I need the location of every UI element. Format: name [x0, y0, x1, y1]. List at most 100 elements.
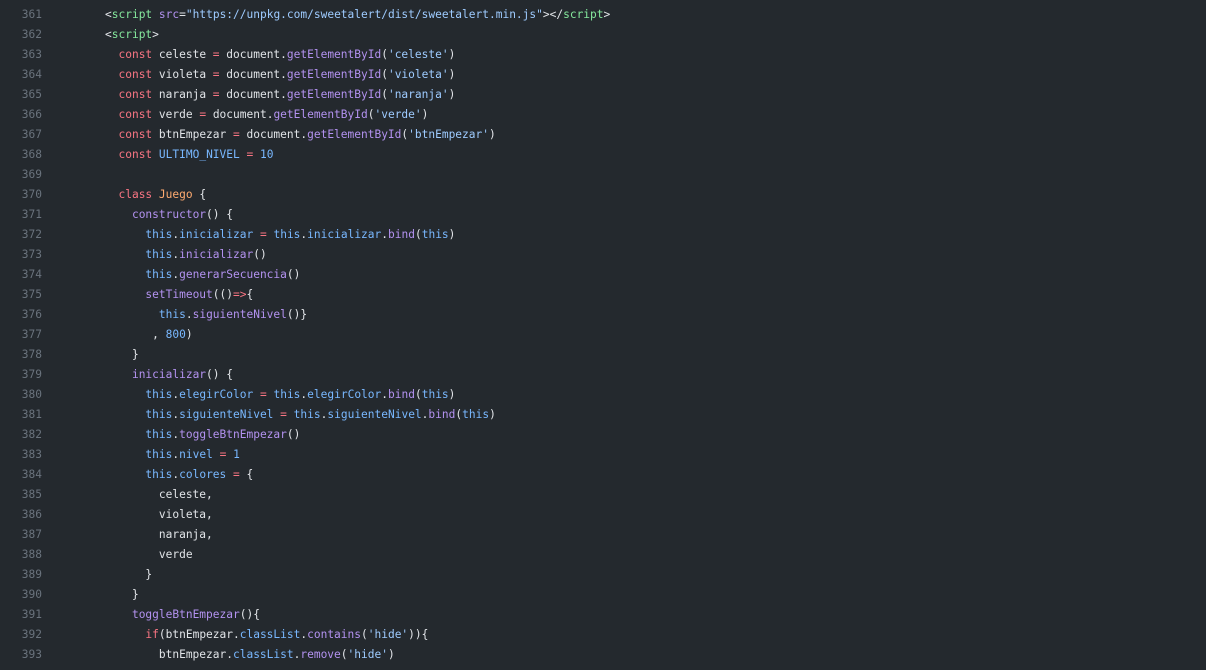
code-token: const [118, 48, 153, 61]
code-token: elegirColor [307, 388, 382, 401]
code-line[interactable]: 392 if(btnEmpezar.classList.contains('hi… [0, 625, 1206, 645]
code-token: )){ [408, 628, 429, 641]
code-line[interactable]: 372 this.inicializar = this.inicializar.… [0, 225, 1206, 245]
code-line[interactable]: 367 const btnEmpezar = document.getEleme… [0, 125, 1206, 145]
line-code: toggleBtnEmpezar(){ [42, 605, 260, 625]
code-token: > [603, 8, 611, 21]
code-line[interactable]: 378 } [0, 345, 1206, 365]
code-token: document. [219, 88, 287, 101]
code-line[interactable]: 363 const celeste = document.getElementB… [0, 45, 1206, 65]
code-token: ) [448, 48, 456, 61]
code-token: generarSecuencia [179, 268, 287, 281]
code-line[interactable]: 369 [0, 165, 1206, 185]
code-token: btnEmpezar [152, 128, 233, 141]
code-token: "https://unpkg.com/sweetalert/dist/sweet… [185, 8, 543, 21]
code-line[interactable]: 384 this.colores = { [0, 465, 1206, 485]
code-line[interactable]: 388 verde [0, 545, 1206, 565]
code-line[interactable]: 376 this.siguienteNivel()} [0, 305, 1206, 325]
code-editor[interactable]: 360361<script src="https://unpkg.com/swe… [0, 0, 1206, 670]
code-line[interactable]: 370 class Juego { [0, 185, 1206, 205]
line-code: constructor() { [42, 205, 233, 225]
code-line[interactable]: 389 } [0, 565, 1206, 585]
code-line[interactable]: 390 } [0, 585, 1206, 605]
code-line[interactable]: 383 this.nivel = 1 [0, 445, 1206, 465]
code-token: = [233, 128, 240, 141]
code-line[interactable]: 393 btnEmpezar.classList.remove('hide') [0, 645, 1206, 665]
code-token: > [152, 28, 159, 41]
line-code: setTimeout(()=>{ [42, 285, 253, 305]
line-code: } [42, 585, 139, 605]
code-line[interactable]: 386 violeta, [0, 505, 1206, 525]
line-code: celeste, [42, 485, 213, 505]
code-line[interactable]: 377 , 800) [0, 325, 1206, 345]
line-number: 389 [21, 568, 42, 581]
code-token: ) [421, 108, 429, 121]
code-line[interactable]: 371 constructor() { [0, 205, 1206, 225]
code-token: ) [448, 228, 456, 241]
code-line[interactable]: 362 <script> [0, 25, 1206, 45]
line-number: 381 [21, 408, 42, 421]
line-code: this.toggleBtnEmpezar() [42, 425, 300, 445]
code-line[interactable]: 391 toggleBtnEmpezar(){ [0, 605, 1206, 625]
code-token: class [118, 188, 153, 201]
code-token: getElementById [286, 48, 382, 61]
line-code: <script src="https://unpkg.com/sweetaler… [42, 5, 610, 25]
code-token: getElementById [307, 128, 402, 141]
code-token: violeta, [105, 508, 213, 521]
code-token: script [111, 28, 153, 41]
code-token: ) [448, 388, 456, 401]
code-line[interactable]: 365 const naranja = document.getElementB… [0, 85, 1206, 105]
code-token: this [145, 468, 173, 481]
code-token: 'celeste' [387, 48, 449, 61]
code-token: ( [381, 68, 388, 81]
code-line[interactable]: 368 const ULTIMO_NIVEL = 10 [0, 145, 1206, 165]
code-token: < [105, 28, 112, 41]
code-token: this [145, 248, 173, 261]
code-line[interactable]: 374 this.generarSecuencia() [0, 265, 1206, 285]
line-number: 383 [21, 448, 42, 461]
code-line[interactable]: 382 this.toggleBtnEmpezar() [0, 425, 1206, 445]
code-line[interactable]: 361 <script src="https://unpkg.com/sweeta… [0, 5, 1206, 25]
code-token: toggleBtnEmpezar [179, 428, 287, 441]
code-token: 'naranja' [387, 88, 449, 101]
code-line[interactable]: 366 const verde = document.getElementByI… [0, 105, 1206, 125]
code-token: (btnEmpezar. [158, 628, 240, 641]
code-line[interactable]: 364 const violeta = document.getElementB… [0, 65, 1206, 85]
line-number: 375 [21, 288, 42, 301]
code-token: this [421, 228, 449, 241]
line-code: const violeta = document.getElementById(… [42, 65, 455, 85]
code-token: ()} [286, 308, 308, 321]
code-token: 'violeta' [387, 68, 449, 81]
code-line[interactable]: 373 this.inicializar() [0, 245, 1206, 265]
code-token: this [273, 388, 301, 401]
code-token: => [233, 288, 247, 301]
code-line[interactable]: 381 this.siguienteNivel = this.siguiente… [0, 405, 1206, 425]
code-token: inicializar [307, 228, 382, 241]
code-line[interactable]: 387 naranja, [0, 525, 1206, 545]
code-line[interactable]: 375 setTimeout(()=>{ [0, 285, 1206, 305]
line-number: 369 [21, 168, 42, 181]
code-token: document. [206, 108, 274, 121]
code-line[interactable]: 380 this.elegirColor = this.elegirColor.… [0, 385, 1206, 405]
code-token: colores [179, 468, 227, 481]
code-token: celeste, [105, 488, 213, 501]
line-number: 391 [21, 608, 42, 621]
code-token: 'hide' [347, 648, 388, 661]
line-number: 387 [21, 528, 42, 541]
code-token: getElementById [286, 88, 382, 101]
code-token: 800 [165, 328, 186, 341]
code-line[interactable]: 385 celeste, [0, 485, 1206, 505]
code-line[interactable]: 379 inicializar() { [0, 365, 1206, 385]
code-token: getElementById [286, 68, 382, 81]
line-number: 364 [21, 68, 42, 81]
line-code: if(btnEmpezar.classList.contains('hide')… [42, 625, 428, 645]
code-token: this [145, 428, 173, 441]
code-token: bind [388, 388, 415, 401]
line-number: 379 [21, 368, 42, 381]
